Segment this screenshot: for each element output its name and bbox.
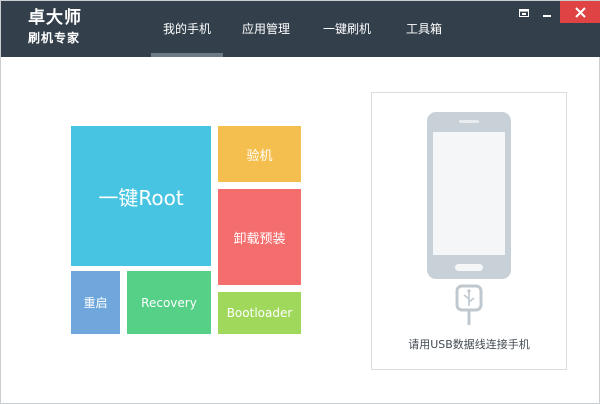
restore-icon — [519, 9, 529, 17]
title-bar: 卓大师 刷机专家 我的手机 应用管理 一键刷机 工具箱 — [1, 1, 600, 57]
close-icon — [575, 7, 586, 18]
verify-phone-tile[interactable]: 验机 — [218, 126, 301, 182]
logo-title: 卓大师 — [28, 8, 82, 28]
usb-cable-icon — [455, 284, 483, 325]
minimize-icon — [543, 15, 551, 17]
tab-app-manager[interactable]: 应用管理 — [233, 1, 299, 57]
phone-icon — [427, 112, 511, 279]
bootloader-tile[interactable]: Bootloader — [218, 292, 301, 334]
app-window: 卓大师 刷机专家 我的手机 应用管理 一键刷机 工具箱 一键Root 验机 卸载… — [0, 0, 600, 404]
logo-subtitle: 刷机专家 — [28, 31, 81, 45]
connect-usb-hint: 请用USB数据线连接手机 — [408, 338, 530, 351]
tab-toolbox[interactable]: 工具箱 — [397, 1, 451, 57]
close-button[interactable] — [560, 1, 600, 23]
one-click-root-tile[interactable]: 一键Root — [71, 126, 211, 266]
uninstall-preinstalled-tile[interactable]: 卸载预装 — [218, 189, 301, 285]
tab-my-phone[interactable]: 我的手机 — [151, 1, 223, 57]
recovery-tile[interactable]: Recovery — [127, 271, 211, 334]
phone-illustration — [427, 112, 511, 325]
restart-tile[interactable]: 重启 — [71, 271, 120, 334]
tab-one-click-flash[interactable]: 一键刷机 — [314, 1, 380, 57]
restore-button[interactable] — [516, 5, 532, 21]
minimize-button[interactable] — [539, 5, 555, 21]
device-connect-panel: 请用USB数据线连接手机 — [371, 92, 567, 370]
app-logo: 卓大师 刷机专家 — [28, 8, 82, 45]
